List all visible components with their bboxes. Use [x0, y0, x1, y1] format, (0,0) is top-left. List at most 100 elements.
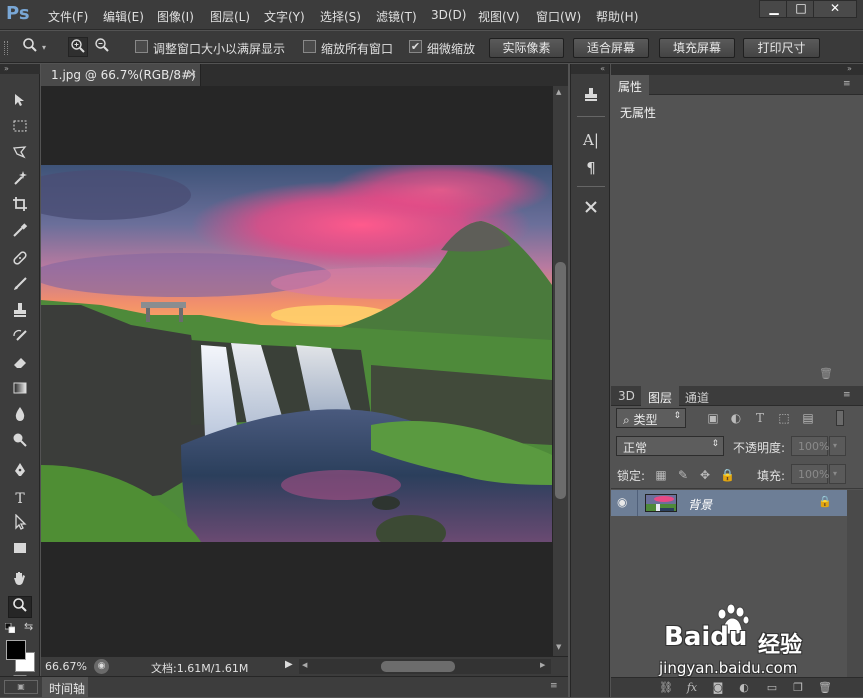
gradient-tool-icon[interactable]: [8, 380, 32, 402]
grip-handle[interactable]: [4, 41, 8, 55]
resize-window-checkbox[interactable]: [135, 40, 148, 53]
print-size-button[interactable]: 打印尺寸: [743, 38, 820, 58]
zoom-in-icon[interactable]: [68, 37, 88, 57]
maximize-button[interactable]: □: [786, 0, 816, 18]
menu-select[interactable]: 选择(S): [320, 8, 361, 25]
menu-window[interactable]: 窗口(W): [536, 8, 581, 25]
layer-visibility-eye-icon[interactable]: ◉: [617, 495, 627, 509]
foreground-color-swatch[interactable]: [6, 640, 26, 660]
status-menu-arrow-icon[interactable]: ▶: [285, 659, 293, 670]
properties-menu-icon[interactable]: ≡: [843, 79, 851, 89]
horizontal-scrollbar[interactable]: ◀ ▶: [299, 659, 551, 674]
collapse-right-dock-icon[interactable]: »: [847, 64, 852, 74]
type-filter-icon[interactable]: T: [753, 411, 767, 425]
expand-dock-icon[interactable]: «: [571, 64, 609, 74]
swap-colors-icon[interactable]: ⇆: [24, 620, 33, 633]
vertical-scroll-thumb[interactable]: [555, 262, 566, 499]
clone-source-panel-icon[interactable]: [579, 86, 603, 110]
menu-file[interactable]: 文件(F): [48, 8, 88, 25]
zoom-level[interactable]: 66.67%: [45, 660, 87, 673]
actual-pixels-button[interactable]: 实际像素: [489, 38, 564, 58]
brush-tool-icon[interactable]: [8, 276, 32, 298]
collapse-tools-icon[interactable]: »: [0, 64, 40, 74]
lock-transparency-icon[interactable]: ▦: [654, 468, 668, 482]
pen-tool-icon[interactable]: [8, 462, 32, 484]
layer-style-fx-icon[interactable]: fx: [683, 680, 701, 696]
delete-layer-icon[interactable]: 🗑: [816, 680, 834, 696]
menu-image[interactable]: 图像(I): [157, 8, 194, 25]
add-mask-icon[interactable]: ◙: [709, 680, 727, 696]
fill-dropdown-icon[interactable]: ▾: [829, 464, 846, 484]
move-tool-icon[interactable]: [8, 92, 32, 114]
paragraph-panel-icon[interactable]: ¶: [579, 156, 603, 180]
layers-menu-icon[interactable]: ≡: [843, 390, 851, 400]
horizontal-scroll-thumb[interactable]: [381, 661, 455, 672]
menu-3d[interactable]: 3D(D): [431, 8, 466, 22]
zoom-all-windows-checkbox[interactable]: [303, 40, 316, 53]
preset-dropdown-icon[interactable]: ▾: [42, 43, 46, 52]
menu-edit[interactable]: 编辑(E): [103, 8, 144, 25]
magic-wand-tool-icon[interactable]: [8, 170, 32, 192]
properties-trash-icon[interactable]: 🗑: [819, 367, 833, 380]
eyedropper-tool-icon[interactable]: [8, 222, 32, 244]
scroll-left-icon[interactable]: ◀: [302, 661, 307, 669]
adjustment-layer-icon[interactable]: ◐: [735, 680, 753, 696]
fill-input[interactable]: 100%: [791, 464, 829, 484]
vertical-scrollbar[interactable]: ▲ ▼: [553, 86, 568, 656]
close-button[interactable]: ✕: [813, 0, 857, 18]
opacity-dropdown-icon[interactable]: ▾: [829, 436, 846, 456]
scroll-down-icon[interactable]: ▼: [556, 643, 561, 651]
default-colors-icon[interactable]: [4, 622, 16, 634]
pixel-filter-icon[interactable]: ▣: [706, 411, 720, 425]
zoom-tool-icon[interactable]: [8, 596, 32, 618]
lock-position-icon[interactable]: ✥: [698, 468, 712, 482]
minimize-button[interactable]: ▁: [759, 0, 789, 18]
layer-filter-select[interactable]: ⌕ 类型 ⇕: [616, 408, 686, 428]
clone-stamp-tool-icon[interactable]: [8, 302, 32, 324]
tab-layers[interactable]: 图层: [641, 386, 680, 406]
document-image[interactable]: [41, 165, 552, 542]
tab-properties[interactable]: 属性: [611, 75, 650, 95]
path-selection-tool-icon[interactable]: [8, 513, 32, 536]
tab-channels[interactable]: 通道: [678, 386, 716, 406]
timeline-tab[interactable]: 时间轴: [42, 677, 88, 698]
scroll-right-icon[interactable]: ▶: [540, 661, 545, 669]
tool-presets-panel-icon[interactable]: [579, 198, 603, 222]
smart-object-filter-icon[interactable]: ▤: [801, 411, 815, 425]
document-size[interactable]: 文档:1.61M/1.61M: [151, 660, 248, 676]
hand-tool-icon[interactable]: [8, 570, 32, 592]
scrubby-zoom-checkbox[interactable]: ✔: [409, 40, 422, 53]
layer-row-background[interactable]: ◉ 背景 🔒: [611, 490, 847, 516]
document-tab[interactable]: 1.jpg @ 66.7%(RGB/8#) ×: [41, 64, 201, 86]
lock-all-icon[interactable]: 🔒: [720, 468, 735, 482]
lasso-tool-icon[interactable]: [8, 144, 32, 166]
tab-3d[interactable]: 3D: [611, 386, 642, 406]
new-layer-icon[interactable]: ❐: [789, 680, 807, 696]
fill-screen-button[interactable]: 填充屏幕: [659, 38, 735, 58]
link-layers-icon[interactable]: ⛓: [657, 680, 675, 696]
timeline-menu-icon[interactable]: ≡: [550, 681, 558, 691]
fit-screen-button[interactable]: 适合屏幕: [573, 38, 649, 58]
history-brush-tool-icon[interactable]: [8, 328, 32, 350]
menu-layer[interactable]: 图层(L): [210, 8, 250, 25]
character-panel-icon[interactable]: A|: [579, 128, 603, 152]
crop-tool-icon[interactable]: [8, 196, 32, 218]
menu-filter[interactable]: 滤镜(T): [376, 8, 417, 25]
close-document-icon[interactable]: ×: [187, 67, 197, 81]
status-info-icon[interactable]: ◉: [94, 659, 109, 674]
menu-view[interactable]: 视图(V): [478, 8, 520, 25]
scroll-up-icon[interactable]: ▲: [556, 88, 561, 96]
adjustment-filter-icon[interactable]: ◐: [729, 411, 743, 425]
new-group-icon[interactable]: ▭: [763, 680, 781, 696]
dodge-tool-icon[interactable]: [8, 432, 32, 454]
rectangle-tool-icon[interactable]: [8, 540, 32, 562]
type-tool-icon[interactable]: T: [8, 488, 32, 510]
menu-help[interactable]: 帮助(H): [596, 8, 638, 25]
zoom-tool-preset-icon[interactable]: [20, 37, 40, 57]
blend-mode-select[interactable]: 正常 ⇕: [616, 436, 724, 456]
blur-tool-icon[interactable]: [8, 406, 32, 428]
marquee-tool-icon[interactable]: [8, 118, 32, 140]
healing-brush-tool-icon[interactable]: [8, 250, 32, 272]
timeline-icon[interactable]: ▣: [4, 680, 38, 694]
shape-filter-icon[interactable]: ⬚: [777, 411, 791, 425]
